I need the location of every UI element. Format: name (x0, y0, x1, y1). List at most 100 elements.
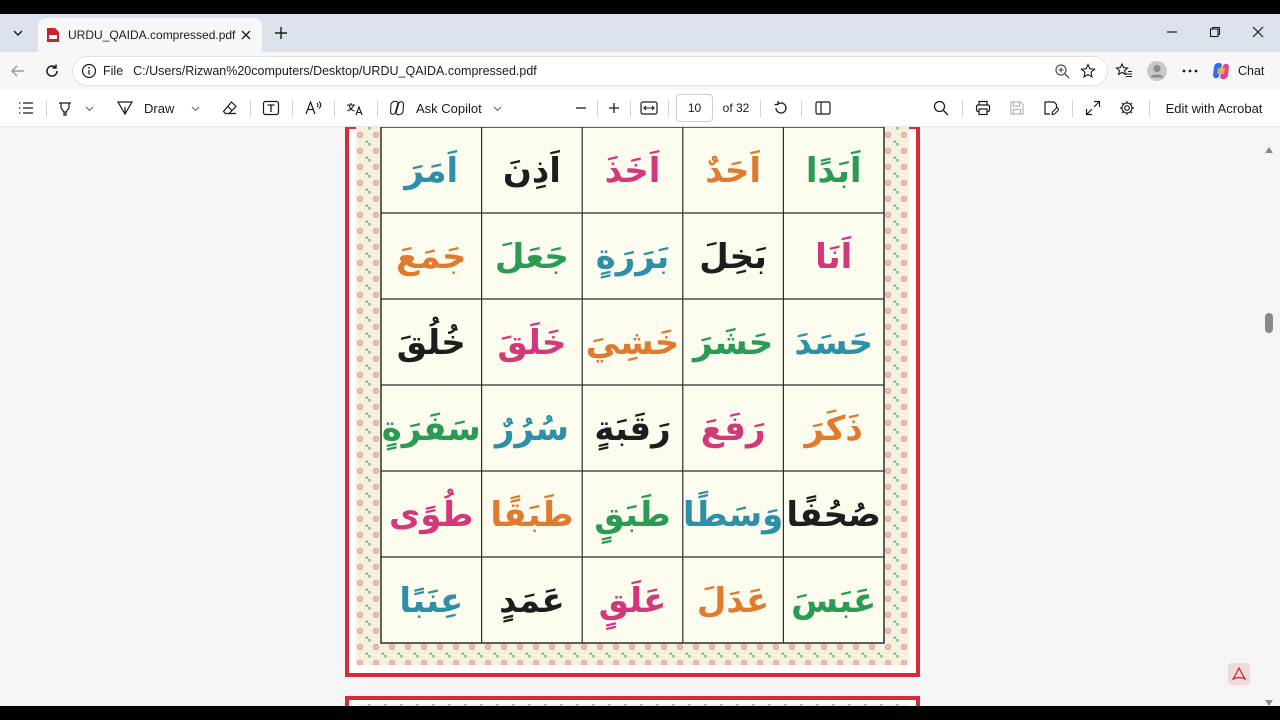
highlight-options-button[interactable] (82, 95, 96, 121)
separator (250, 100, 251, 117)
qaida-word: بَخِلَ (699, 237, 767, 277)
close-tab-button[interactable] (238, 27, 254, 43)
qaida-word: جَعَلَ (495, 237, 569, 277)
chevron-down-icon (493, 106, 501, 111)
chevron-down-icon (85, 106, 93, 111)
edit-with-acrobat-label: Edit with Acrobat (1165, 100, 1263, 116)
rotate-icon (774, 101, 787, 114)
copilot-icon (1213, 62, 1229, 80)
address-bar[interactable]: File C:/Users/Rizwan%20computers/Desktop… (72, 56, 1108, 86)
page-count: of 32 (720, 95, 752, 121)
save-as-button[interactable] (1039, 95, 1063, 121)
print-button[interactable] (971, 95, 995, 121)
qaida-word: حَشَرَ (691, 323, 773, 363)
scroll-down-arrow-icon[interactable] (1265, 700, 1273, 706)
edit-with-acrobat-button[interactable]: Edit with Acrobat (1160, 95, 1268, 121)
fullscreen-button[interactable] (1081, 95, 1105, 121)
qaida-word: خُلُقَ (397, 317, 466, 363)
add-text-button[interactable] (259, 95, 283, 121)
restore-icon (1209, 26, 1221, 38)
qaida-word: بَرَرَةٍ (596, 237, 670, 279)
pdf-settings-button[interactable] (1115, 95, 1139, 121)
qaida-word: اَبَدًا (806, 150, 862, 191)
draw-label: Draw (144, 100, 175, 116)
draw-button[interactable]: Draw (116, 95, 184, 121)
scroll-up-arrow-icon[interactable] (1265, 147, 1273, 153)
contents-button[interactable] (14, 95, 38, 121)
more-icon (1182, 69, 1198, 73)
tab-title: URDU_QAIDA.compressed.pdf (68, 28, 236, 42)
copilot-chat-button[interactable]: Chat (1210, 57, 1274, 85)
refresh-button[interactable] (39, 58, 65, 84)
separator (630, 100, 631, 117)
profile-button[interactable] (1144, 58, 1170, 84)
read-aloud-icon (305, 100, 322, 115)
separator (668, 100, 669, 117)
highlight-button[interactable] (54, 95, 76, 121)
rotate-button[interactable] (769, 95, 793, 121)
qaida-word: اَمَرَ (402, 150, 458, 191)
ask-copilot-button[interactable]: Ask Copilot (388, 95, 484, 121)
url-text[interactable]: C:/Users/Rizwan%20computers/Desktop/URDU… (133, 64, 1049, 78)
qaida-word: رَقَبَةٍ (594, 409, 670, 451)
tab-active[interactable]: URDU_QAIDA.compressed.pdf (38, 18, 262, 52)
separator (1149, 100, 1150, 117)
copilot-options-button[interactable] (490, 95, 504, 121)
qaida-word: عَدَلَ (697, 581, 769, 621)
list-icon (19, 102, 33, 114)
save-as-icon (1044, 101, 1059, 116)
vertical-scrollbar[interactable] (1262, 127, 1276, 706)
tab-strip: URDU_QAIDA.compressed.pdf (0, 14, 1280, 52)
qaida-word: خَشِيَ (586, 323, 680, 363)
settings-more-button[interactable] (1177, 58, 1203, 84)
separator (962, 100, 963, 117)
qaida-word: ذَكَرَ (803, 409, 863, 449)
save-icon (1010, 101, 1024, 115)
page-count-label: of 32 (722, 101, 750, 115)
plus-icon (609, 103, 619, 113)
navigation-bar: File C:/Users/Rizwan%20computers/Desktop… (0, 52, 1280, 90)
close-window-button[interactable] (1238, 18, 1278, 46)
zoom-button[interactable] (1049, 58, 1075, 84)
page-number-input[interactable]: 10 (676, 94, 713, 122)
print-icon (975, 100, 991, 116)
acrobat-button[interactable] (1228, 663, 1250, 685)
erase-button[interactable] (218, 95, 242, 121)
fit-width-icon (640, 101, 658, 115)
find-button[interactable] (929, 95, 953, 121)
plus-icon (275, 27, 287, 39)
translate-button[interactable] (343, 95, 367, 121)
close-icon (1252, 26, 1264, 38)
fit-to-width-button[interactable] (637, 95, 661, 121)
read-aloud-button[interactable] (302, 95, 326, 121)
new-tab-button[interactable] (270, 22, 292, 44)
qaida-word: رَفَعَ (701, 409, 766, 449)
page-view-button[interactable] (811, 95, 835, 121)
chevron-down-icon (191, 106, 199, 111)
favorites-button[interactable] (1111, 58, 1137, 84)
restore-button[interactable] (1195, 18, 1235, 46)
pdf-document-area[interactable]: اَبَدًا اَحَدٌ اَخَذَ اَذِنَ اَمَرَ اَنَا بَخِ… (0, 127, 1280, 706)
url-scheme: File (103, 64, 124, 78)
favorite-button[interactable] (1075, 58, 1101, 84)
zoom-out-button[interactable] (570, 95, 592, 121)
info-icon[interactable] (81, 63, 97, 79)
separator (760, 100, 761, 117)
zoom-in-button[interactable] (603, 95, 625, 121)
save-button[interactable] (1005, 95, 1029, 121)
qaida-word: اَحَدٌ (705, 150, 761, 191)
qaida-word: عِنَبًا (399, 581, 463, 621)
tab-actions-button[interactable] (6, 21, 30, 45)
minimize-button[interactable] (1152, 18, 1192, 46)
separator (292, 100, 293, 117)
separator (377, 100, 378, 117)
minimize-icon (1167, 31, 1177, 33)
separator (1072, 100, 1073, 117)
pdf-icon (47, 28, 59, 42)
qaida-word: وَسَطًا (683, 490, 783, 535)
back-button[interactable] (5, 58, 31, 84)
draw-options-button[interactable] (188, 95, 202, 121)
scrollbar-thumb[interactable] (1265, 313, 1273, 333)
qaida-word: جَمَعَ (396, 237, 467, 277)
qaida-word: اَنَا (815, 236, 852, 277)
